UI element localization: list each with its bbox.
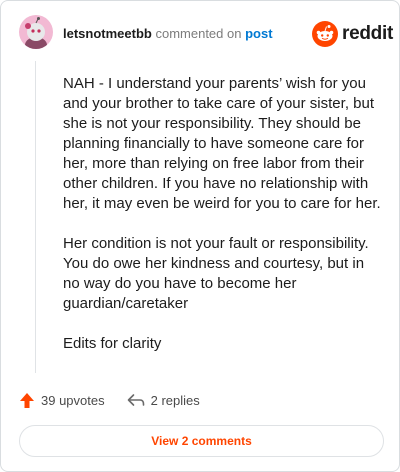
thread-line[interactable] — [35, 61, 36, 373]
post-link[interactable]: post — [245, 26, 272, 41]
comment-header: letsnotmeetbb commented on post — [63, 26, 273, 42]
reddit-brand[interactable]: reddit — [312, 21, 393, 47]
replies-count: 2 replies — [150, 392, 200, 408]
brand-name: reddit — [342, 23, 393, 44]
username[interactable]: letsnotmeetbb — [63, 26, 152, 41]
comment-paragraph: Edits for clarity — [63, 335, 162, 352]
snoo-avatar-icon — [25, 17, 47, 49]
replies-button[interactable]: 2 replies — [127, 393, 200, 408]
upvote-button[interactable]: 39 upvotes — [19, 392, 105, 409]
upvote-count: 39 upvotes — [41, 392, 105, 408]
comment-body: NAH - I understand your parents’ wish fo… — [63, 74, 383, 374]
comment-verb: commented on — [155, 26, 242, 41]
comment-card: letsnotmeetbb commented on post reddit N… — [0, 0, 400, 472]
reply-icon — [127, 394, 144, 406]
upvote-arrow-icon — [20, 392, 34, 408]
avatar[interactable] — [19, 15, 53, 49]
view-comments-button[interactable]: View 2 comments — [19, 425, 384, 457]
reddit-logo-icon — [312, 21, 338, 47]
comment-actions: 39 upvotes 2 replies — [19, 388, 222, 412]
comment-paragraph: Her condition is not your fault or respo… — [63, 235, 369, 312]
comment-paragraph: NAH - I understand your parents’ wish fo… — [63, 75, 381, 212]
